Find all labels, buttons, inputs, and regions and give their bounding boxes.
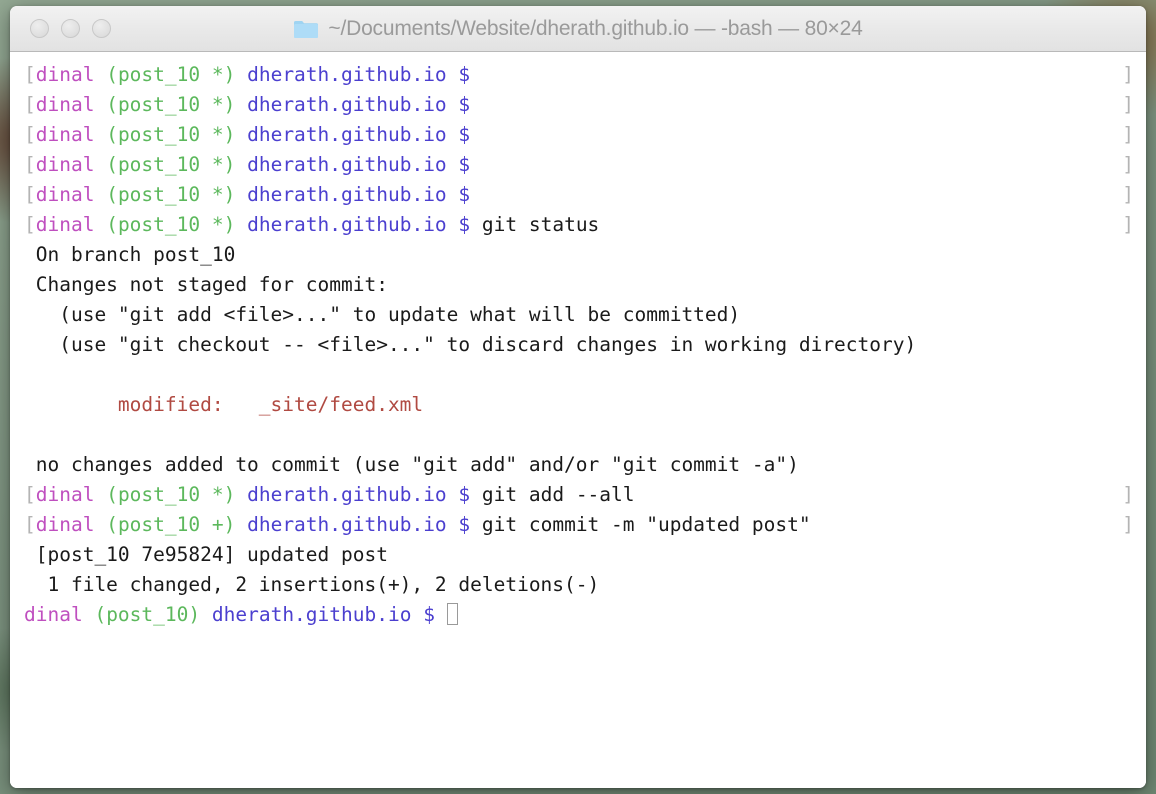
window-controls[interactable] [30,19,111,38]
prompt-host: dherath.github.io $ [247,93,471,116]
prompt-close-bracket: ] [1122,153,1134,176]
terminal-prompt-line: [dinal (post_10 *) dherath.github.io $ g… [10,210,1146,240]
terminal-prompt-line: dinal (post_10) dherath.github.io $ [10,600,1146,630]
prompt-host: dherath.github.io $ [211,603,435,626]
prompt-open-bracket: [ [24,93,36,116]
terminal-output-text: Changes not staged for commit: [24,273,388,296]
prompt-host: dherath.github.io $ [247,183,471,206]
prompt-close-bracket: ] [1122,213,1134,236]
prompt-close-bracket: ] [1122,183,1134,206]
terminal-output-text: 1 file changed, 2 insertions(+), 2 delet… [24,573,600,596]
prompt-git-branch: (post_10 *) [106,483,236,506]
terminal-command: git add --all [470,483,635,506]
minimize-button[interactable] [61,19,80,38]
prompt-close-bracket: ] [1122,63,1134,86]
window-title: ~/Documents/Website/dherath.github.io — … [328,16,863,40]
terminal-output-line: no changes added to commit (use "git add… [10,450,1146,480]
terminal-output-line: 1 file changed, 2 insertions(+), 2 delet… [10,570,1146,600]
prompt-open-bracket: [ [24,183,36,206]
prompt-git-branch: (post_10 *) [106,93,236,116]
prompt-git-branch: (post_10 *) [106,123,236,146]
prompt-user: dinal [35,93,95,116]
terminal-prompt-line: [dinal (post_10 +) dherath.github.io $ g… [10,510,1146,540]
terminal-command: git commit -m "updated post" [470,513,811,536]
prompt-host: dherath.github.io $ [247,123,471,146]
prompt-user: dinal [35,123,95,146]
prompt-host: dherath.github.io $ [247,63,471,86]
terminal-output-text: no changes added to commit (use "git add… [24,453,799,476]
prompt-open-bracket: [ [24,153,36,176]
prompt-close-bracket: ] [1122,123,1134,146]
prompt-git-branch: (post_10 +) [106,513,236,536]
prompt-open-bracket: [ [24,123,36,146]
terminal-output-line: (use "git add <file>..." to update what … [10,300,1146,330]
terminal-prompt-line: [dinal (post_10 *) dherath.github.io $] [10,150,1146,180]
terminal-prompt-line: [dinal (post_10 *) dherath.github.io $] [10,60,1146,90]
terminal-prompt-line: [dinal (post_10 *) dherath.github.io $] [10,180,1146,210]
window-title-group: ~/Documents/Website/dherath.github.io — … [10,17,1146,41]
prompt-open-bracket: [ [24,63,36,86]
terminal-output-text: On branch post_10 [24,243,236,266]
window-title-bar[interactable]: ~/Documents/Website/dherath.github.io — … [10,6,1146,52]
prompt-open-bracket: [ [24,213,36,236]
prompt-host: dherath.github.io $ [247,483,471,506]
prompt-host: dherath.github.io $ [247,213,471,236]
prompt-host: dherath.github.io $ [247,513,471,536]
prompt-git-branch: (post_10) [94,603,201,626]
prompt-user: dinal [35,153,95,176]
terminal-prompt-line: [dinal (post_10 *) dherath.github.io $] [10,90,1146,120]
prompt-close-bracket: ] [1122,513,1134,536]
terminal-output-line: (use "git checkout -- <file>..." to disc… [10,330,1146,360]
terminal-command: git status [470,213,600,236]
prompt-user: dinal [35,483,95,506]
prompt-host: dherath.github.io $ [247,153,471,176]
terminal-cursor [446,603,458,625]
terminal-prompt-line: [dinal (post_10 *) dherath.github.io $ g… [10,480,1146,510]
prompt-open-bracket: [ [24,483,36,506]
terminal-output-line: [post_10 7e95824] updated post [10,540,1146,570]
terminal-prompt-line: [dinal (post_10 *) dherath.github.io $] [10,120,1146,150]
git-modified-text: modified: _site/feed.xml [24,393,424,416]
prompt-user: dinal [35,63,95,86]
prompt-git-branch: (post_10 *) [106,153,236,176]
prompt-git-branch: (post_10 *) [106,63,236,86]
prompt-close-bracket: ] [1122,483,1134,506]
prompt-close-bracket: ] [1122,93,1134,116]
prompt-open-bracket: [ [24,513,36,536]
prompt-user: dinal [35,183,95,206]
close-button[interactable] [30,19,49,38]
terminal-output-text: [post_10 7e95824] updated post [24,543,388,566]
prompt-git-branch: (post_10 *) [106,213,236,236]
git-modified-line: modified: _site/feed.xml [10,390,1146,420]
terminal-output-line: On branch post_10 [10,240,1146,270]
folder-icon [294,20,319,38]
prompt-user: dinal [35,213,95,236]
prompt-git-branch: (post_10 *) [106,183,236,206]
zoom-button[interactable] [92,19,111,38]
terminal-output-text: (use "git checkout -- <file>..." to disc… [24,333,917,356]
terminal-output-area[interactable]: [dinal (post_10 *) dherath.github.io $][… [10,52,1146,788]
terminal-command [435,603,447,626]
prompt-user: dinal [24,603,83,626]
terminal-window[interactable]: ~/Documents/Website/dherath.github.io — … [10,6,1146,788]
terminal-output-line: Changes not staged for commit: [10,270,1146,300]
prompt-user: dinal [35,513,95,536]
terminal-output-text: (use "git add <file>..." to update what … [24,303,741,326]
